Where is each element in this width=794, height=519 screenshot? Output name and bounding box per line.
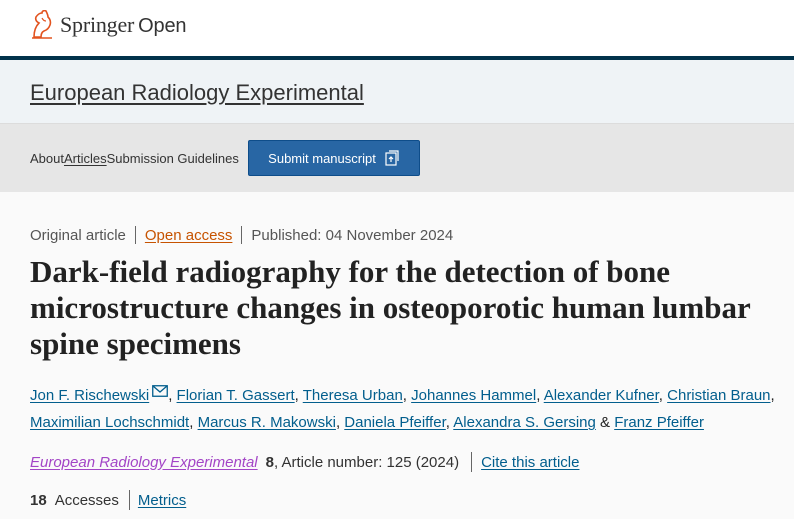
author-list: Jon F. Rischewski, Florian T. Gassert, T… <box>30 385 775 431</box>
citation-article-number: , Article number: 125 (2024) <box>273 453 460 471</box>
nav-item-articles[interactable]: Articles <box>64 151 107 166</box>
external-upload-icon <box>385 150 399 166</box>
springer-open-logo[interactable]: Springer Open <box>30 10 187 40</box>
author-link[interactable]: Johannes Hammel <box>411 387 536 404</box>
article-header: Original article Open access Published: … <box>30 224 790 512</box>
accesses-label: Accesses <box>54 491 119 509</box>
author-link[interactable]: Jon F. Rischewski <box>30 387 149 404</box>
journal-band: European Radiology Experimental <box>0 60 794 124</box>
stats-divider <box>128 490 130 510</box>
author-link[interactable]: Christian Braun <box>667 387 770 404</box>
author-link[interactable]: Daniela Pfeiffer <box>344 414 445 431</box>
meta-divider <box>134 226 136 244</box>
cite-this-article-link[interactable]: Cite this article <box>481 454 579 471</box>
accesses-count: 18 <box>30 491 47 509</box>
journal-title-link[interactable]: European Radiology Experimental <box>30 80 364 106</box>
citation-journal-link[interactable]: European Radiology Experimental <box>30 454 258 471</box>
site-header: Springer Open <box>0 0 794 56</box>
open-access-link[interactable]: Open access <box>145 227 233 244</box>
mail-icon[interactable] <box>152 385 169 397</box>
nav-item-about[interactable]: About <box>30 151 64 166</box>
author-link[interactable]: Alexandra S. Gersing <box>453 414 596 431</box>
author-link[interactable]: Theresa Urban <box>303 387 403 404</box>
metrics-link[interactable]: Metrics <box>138 492 186 509</box>
nav-item-submission-guidelines[interactable]: Submission Guidelines <box>107 151 239 166</box>
article-stats: 18 Accesses Metrics <box>30 488 790 512</box>
author-link[interactable]: Marcus R. Makowski <box>198 414 336 431</box>
published-date: Published: 04 November 2024 <box>251 226 454 244</box>
author-link[interactable]: Florian T. Gassert <box>177 387 295 404</box>
article-type: Original article <box>30 226 126 244</box>
submit-manuscript-button[interactable]: Submit manuscript <box>248 140 420 176</box>
nav-items: About Articles Submission Guidelines <box>30 124 239 192</box>
article-title: Dark-field radiography for the detection… <box>30 254 751 361</box>
citation-volume: 8 <box>265 453 274 471</box>
author-link[interactable]: Maximilian Lochschmidt <box>30 414 189 431</box>
author-link[interactable]: Alexander Kufner <box>544 387 659 404</box>
brand-suffix: Open <box>138 15 187 37</box>
submit-manuscript-label: Submit manuscript <box>268 150 376 166</box>
brand-name: Springer <box>60 12 135 37</box>
article-meta: Original article Open access Published: … <box>30 224 790 246</box>
journal-nav: About Articles Submission Guidelines Sub… <box>0 124 794 192</box>
springer-horse-icon <box>32 10 52 39</box>
meta-divider <box>241 226 243 244</box>
citation-divider <box>471 452 473 472</box>
author-link[interactable]: Franz Pfeiffer <box>614 414 704 431</box>
citation-line: European Radiology Experimental 8 , Arti… <box>30 450 790 474</box>
